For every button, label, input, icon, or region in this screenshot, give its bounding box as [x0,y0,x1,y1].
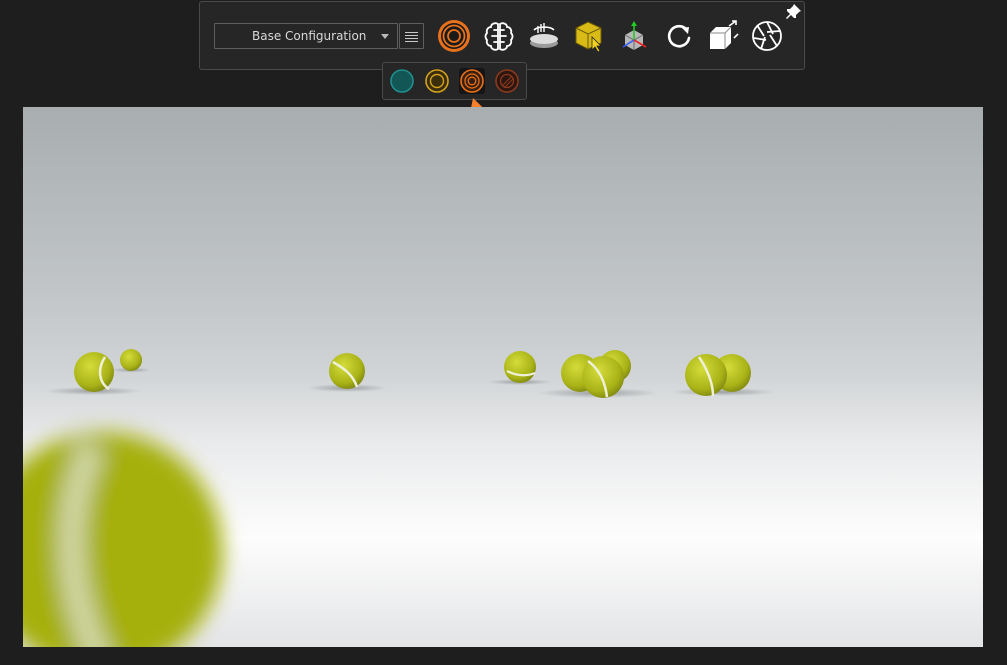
camera-shutter-icon[interactable] [749,18,785,54]
menu-line [405,38,418,39]
render-image [23,107,983,647]
configuration-dropdown[interactable]: Base Configuration [214,23,398,49]
menu-line [405,41,418,42]
viewport-toolbar: Base Configuration [199,1,805,70]
select-object-icon[interactable] [572,18,608,54]
render-mode-teal-option[interactable] [389,68,415,94]
brain-icon[interactable] [481,18,517,54]
resize-output-icon[interactable] [705,18,741,54]
configuration-dropdown-value: Base Configuration [252,29,367,43]
render-mode-yellow-option[interactable] [424,68,450,94]
configuration-list-button[interactable] [399,23,424,49]
menu-line [405,35,418,36]
render-mode-orange-option[interactable] [459,68,485,94]
menu-line [405,32,418,33]
pin-icon[interactable] [784,3,802,21]
render-mode-icon[interactable] [436,18,472,54]
render-mode-dark-orange-option[interactable] [494,68,520,94]
refresh-icon[interactable] [661,18,697,54]
render-viewport[interactable] [23,107,983,647]
turntable-icon[interactable] [526,18,562,54]
transform-gizmo-icon[interactable] [616,18,652,54]
chevron-down-icon [381,34,389,39]
